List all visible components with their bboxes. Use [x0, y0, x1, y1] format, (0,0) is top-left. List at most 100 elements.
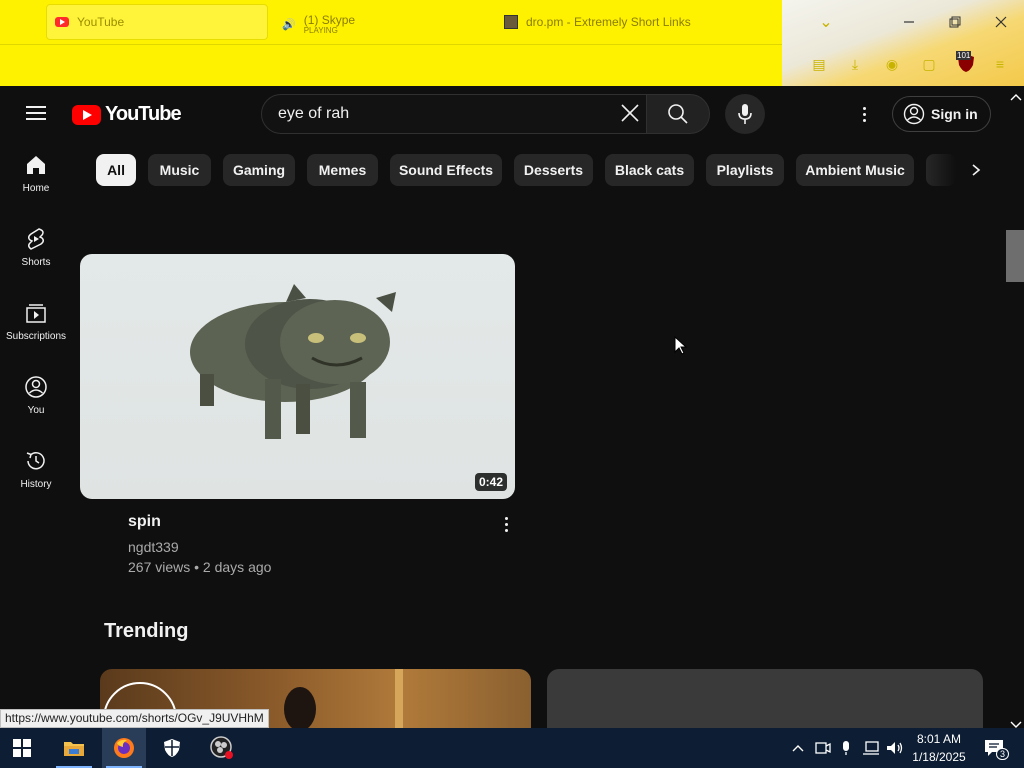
scrollbar-thumb[interactable] — [1006, 230, 1024, 282]
taskbar-clock[interactable]: 8:01 AM 1/18/2025 — [906, 730, 972, 766]
shield-icon — [164, 739, 180, 757]
settings-more-icon[interactable] — [852, 102, 876, 126]
youtube-tab-icon — [55, 17, 69, 27]
video-more-actions-icon[interactable] — [496, 512, 516, 536]
chip-gaming[interactable]: Gaming — [223, 154, 295, 186]
notification-center-icon[interactable]: 3 — [980, 728, 1010, 768]
notification-badge: 3 — [996, 748, 1010, 760]
obs-icon — [210, 736, 233, 759]
sidebar-item-label: Home — [22, 182, 50, 194]
microphone-tray-icon[interactable] — [836, 728, 856, 768]
chips-next-button[interactable] — [956, 154, 996, 186]
mouse-cursor-icon — [674, 335, 688, 361]
chip-black-cats[interactable]: Black cats — [605, 154, 694, 186]
sidebar-item-label: Shorts — [21, 256, 51, 268]
scroll-up-arrow-icon[interactable] — [1010, 88, 1022, 106]
minimize-button[interactable] — [895, 8, 923, 36]
clock-date: 1/18/2025 — [912, 750, 966, 764]
security-taskbar-button[interactable] — [150, 728, 194, 768]
taskbar: 8:01 AM 1/18/2025 3 — [0, 728, 1024, 768]
folder-icon — [64, 742, 84, 756]
video-meta: 267 views • 2 days ago — [128, 559, 272, 575]
network-icon[interactable] — [860, 728, 882, 768]
chip-memes[interactable]: Memes — [307, 154, 378, 186]
chip-music[interactable]: Music — [148, 154, 211, 186]
download-icon[interactable]: ⤓ — [846, 55, 864, 73]
obs-taskbar-button[interactable] — [200, 728, 244, 768]
user-circle-icon — [903, 103, 925, 125]
reader-icon[interactable]: ▤ — [810, 55, 828, 73]
file-explorer-button[interactable] — [52, 728, 96, 768]
clock-time: 8:01 AM — [916, 732, 962, 746]
sidebar-item-you[interactable]: You — [0, 358, 72, 432]
you-icon — [25, 375, 47, 398]
tab-skype-playing: PLAYING — [303, 26, 338, 35]
search-input[interactable] — [278, 105, 598, 123]
chip-all[interactable]: All — [96, 154, 136, 186]
guide-menu-icon[interactable] — [26, 106, 46, 120]
ublock-shield-icon[interactable]: 101 — [956, 51, 976, 74]
youtube-play-icon — [72, 104, 101, 125]
sidebar-item-label: History — [20, 478, 52, 490]
chip-desserts[interactable]: Desserts — [514, 154, 593, 186]
start-button[interactable] — [0, 728, 44, 768]
meet-now-icon[interactable] — [812, 728, 834, 768]
browser-nav-bar — [0, 44, 782, 86]
clear-search-icon[interactable] — [618, 101, 642, 125]
firefox-taskbar-button[interactable] — [102, 728, 146, 768]
close-window-button[interactable] — [987, 8, 1015, 36]
sidebar-item-label: You — [27, 404, 45, 416]
microphone-icon — [738, 104, 752, 124]
search-button[interactable] — [646, 94, 710, 134]
chip-playlists[interactable]: Playlists — [706, 154, 784, 186]
sign-in-button[interactable]: Sign in — [892, 96, 991, 132]
cat-thumbnail-image — [190, 284, 396, 439]
section-heading: Trending — [104, 620, 189, 642]
tab-list-chevron-icon[interactable]: ⌄ — [812, 8, 840, 36]
home-icon — [27, 155, 45, 174]
restore-button[interactable] — [941, 8, 969, 36]
search-box[interactable] — [261, 94, 647, 134]
tab-skype-label: (1) Skype — [303, 13, 356, 27]
sidebar-item-subscriptions[interactable]: Subscriptions — [0, 284, 72, 358]
sidebar-item-history[interactable]: History — [0, 432, 72, 506]
page-scrollbar[interactable] — [1008, 86, 1024, 728]
video-duration: 0:42 — [474, 473, 507, 491]
search-icon — [668, 104, 688, 124]
extension-badge: 101 — [956, 51, 972, 60]
sidebar-item-shorts[interactable]: Shorts — [0, 210, 72, 284]
video-channel[interactable]: ngdt339 — [128, 539, 179, 555]
link-status-url: https://www.youtube.com/shorts/OGv_J9UVH… — [0, 709, 269, 728]
extension-icon[interactable]: ▢ — [920, 55, 938, 73]
chevron-right-icon — [972, 164, 981, 176]
shorts-icon — [27, 227, 45, 250]
tab-youtube[interactable]: YouTube — [46, 4, 268, 40]
volume-icon[interactable] — [884, 728, 906, 768]
sidebar-item-label: Subscriptions — [5, 330, 67, 342]
chip-fade — [926, 154, 956, 186]
masthead: YouTube Sign in — [0, 86, 1008, 142]
trending-thumbnail-2[interactable] — [547, 669, 983, 729]
voice-search-button[interactable] — [725, 94, 765, 134]
history-icon — [26, 451, 45, 469]
menu-icon[interactable]: ≡ — [991, 55, 1009, 73]
video-title[interactable]: spin — [128, 513, 161, 531]
youtube-logo[interactable]: YouTube — [72, 103, 182, 126]
sidebar-item-home[interactable]: Home — [0, 136, 72, 210]
chip-sound-effects[interactable]: Sound Effects — [390, 154, 502, 186]
account-icon[interactable]: ◉ — [883, 55, 901, 73]
tab-dropm-label: dro.pm - Extremely Short Links — [526, 15, 691, 29]
video-thumbnail[interactable]: 0:42 — [80, 254, 515, 499]
tab-skype[interactable]: 🔊 (1) Skype PLAYING — [282, 6, 355, 42]
speaker-icon: 🔊 — [282, 18, 296, 31]
windows-logo-icon — [13, 739, 31, 757]
show-hidden-icons-icon[interactable] — [788, 728, 808, 768]
youtube-logo-text: YouTube — [105, 103, 182, 125]
chip-ambient-music[interactable]: Ambient Music — [796, 154, 914, 186]
firefox-icon — [114, 738, 134, 758]
subscriptions-icon — [26, 303, 46, 323]
browser-tab-bar: YouTube 🔊 (1) Skype PLAYING dro.pm - Ext… — [0, 0, 1024, 86]
tab-dropm[interactable]: dro.pm - Extremely Short Links — [504, 4, 691, 40]
sign-in-label: Sign in — [931, 106, 978, 122]
dropm-favicon-icon — [504, 15, 518, 29]
